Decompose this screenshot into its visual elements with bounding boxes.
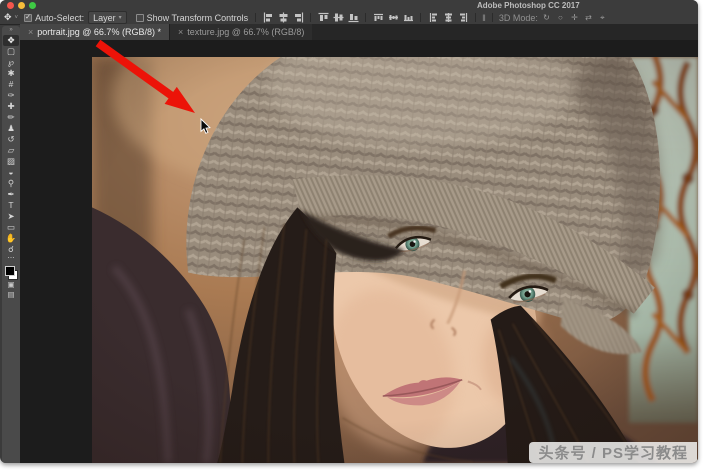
separator: [492, 13, 493, 22]
move-tool[interactable]: ✥: [3, 35, 19, 46]
collapse-tools-icon[interactable]: »: [9, 26, 12, 35]
title-bar: Adobe Photoshop CC 2017: [0, 0, 698, 11]
align-left-edges-icon[interactable]: [262, 12, 274, 23]
brush-tool[interactable]: ✏: [3, 112, 19, 123]
align-horizontal-centers-icon[interactable]: [277, 12, 289, 23]
tab-portrait-title: portrait.jpg @ 66.7% (RGB/8) *: [37, 27, 161, 37]
path-selection-tool[interactable]: ➤: [3, 211, 19, 222]
lasso-tool[interactable]: ℘: [3, 57, 19, 68]
spot-healing-brush-tool[interactable]: ✚: [3, 101, 19, 112]
close-tab-icon[interactable]: ×: [178, 27, 183, 37]
history-brush-tool[interactable]: ↺: [3, 134, 19, 145]
maximize-window-button[interactable]: [29, 2, 36, 9]
foreground-color-swatch[interactable]: [5, 266, 15, 276]
chevron-down-icon: ▾: [119, 14, 122, 21]
eyedropper-tool[interactable]: ✑: [3, 90, 19, 101]
type-tool[interactable]: T: [3, 200, 19, 211]
auto-select-label: Auto-Select:: [35, 13, 84, 23]
document-tab-bar: × portrait.jpg @ 66.7% (RGB/8) * × textu…: [20, 24, 698, 40]
show-transform-label: Show Transform Controls: [147, 13, 249, 23]
quick-selection-tool[interactable]: ✱: [3, 68, 19, 79]
eraser-tool[interactable]: ▱: [3, 145, 19, 156]
zoom-tool[interactable]: ☌: [3, 244, 19, 255]
separator: [475, 13, 476, 22]
clone-stamp-tool[interactable]: ♟: [3, 123, 19, 134]
close-window-button[interactable]: [7, 2, 14, 9]
distribute-horizontal-centers-icon[interactable]: [442, 12, 454, 23]
gradient-tool[interactable]: ▨: [3, 156, 19, 167]
orbit-3d-icon[interactable]: ↻: [541, 13, 552, 22]
scale-3d-icon[interactable]: ⌖: [597, 13, 608, 23]
auto-select-checkbox[interactable]: ✓: [24, 14, 32, 22]
align-vertical-centers-icon[interactable]: [332, 12, 344, 23]
watermark: 头条号 / PS学习教程: [529, 442, 697, 463]
move-tool-icon[interactable]: ✥: [4, 12, 12, 23]
tab-texture-title: texture.jpg @ 66.7% (RGB/8): [187, 27, 304, 37]
portrait-photo[interactable]: [92, 57, 698, 463]
portrait-photo-art: [92, 57, 698, 463]
distribute-left-edges-icon[interactable]: [427, 12, 439, 23]
color-swatches[interactable]: [5, 266, 18, 280]
align-right-edges-icon[interactable]: [292, 12, 304, 23]
distribute-spacing-icon[interactable]: ‖: [482, 13, 486, 23]
tab-portrait[interactable]: × portrait.jpg @ 66.7% (RGB/8) *: [20, 24, 169, 40]
pen-tool[interactable]: ✒: [3, 189, 19, 200]
auto-select-target-dropdown[interactable]: Layer ▾: [88, 11, 127, 24]
blur-tool[interactable]: ◒: [3, 167, 19, 178]
3d-mode-label: 3D Mode:: [499, 13, 538, 23]
separator: [255, 13, 256, 22]
separator: [420, 13, 421, 22]
crop-tool[interactable]: #: [3, 79, 19, 90]
tab-texture[interactable]: × texture.jpg @ 66.7% (RGB/8): [169, 24, 312, 40]
tool-preset-chevron-icon[interactable]: ˅: [15, 15, 19, 21]
close-tab-icon[interactable]: ×: [28, 27, 33, 37]
photoshop-window: Adobe Photoshop CC 2017 ✥ ˅ ✓ Auto-Selec…: [0, 0, 698, 463]
screen-mode-icon[interactable]: ▤: [7, 290, 14, 300]
options-bar: ✥ ˅ ✓ Auto-Select: Layer ▾ Show Transfor…: [0, 11, 698, 25]
show-transform-checkbox[interactable]: [136, 14, 144, 22]
roll-3d-icon[interactable]: ○: [555, 13, 566, 22]
auto-select-target-value: Layer: [93, 13, 116, 23]
distribute-right-edges-icon[interactable]: [457, 12, 469, 23]
document-canvas[interactable]: 头条号 / PS学习教程: [20, 40, 698, 463]
align-top-edges-icon[interactable]: [317, 12, 329, 23]
marquee-tool[interactable]: ▢: [3, 46, 19, 57]
minimize-window-button[interactable]: [18, 2, 25, 9]
dodge-tool[interactable]: ⚲: [3, 178, 19, 189]
slide-3d-icon[interactable]: ⇄: [583, 13, 594, 22]
align-bottom-edges-icon[interactable]: [347, 12, 359, 23]
distribute-vertical-centers-icon[interactable]: [387, 12, 399, 23]
quick-mask-icon[interactable]: ▣: [7, 280, 14, 290]
shape-tool[interactable]: ▭: [3, 222, 19, 233]
distribute-bottom-edges-icon[interactable]: [402, 12, 414, 23]
tools-panel: » ✥ ▢ ℘ ✱ # ✑ ✚ ✏ ♟ ↺ ▱ ▨ ◒ ⚲ ✒ T ➤ ▭ ✋ …: [2, 26, 20, 463]
window-title: Adobe Photoshop CC 2017: [477, 1, 580, 10]
separator: [310, 13, 311, 22]
hand-tool[interactable]: ✋: [3, 233, 19, 244]
distribute-top-edges-icon[interactable]: [372, 12, 384, 23]
separator: [365, 13, 366, 22]
edit-toolbar-icon[interactable]: ⋯: [8, 255, 15, 264]
drag-3d-icon[interactable]: ✛: [569, 13, 580, 22]
